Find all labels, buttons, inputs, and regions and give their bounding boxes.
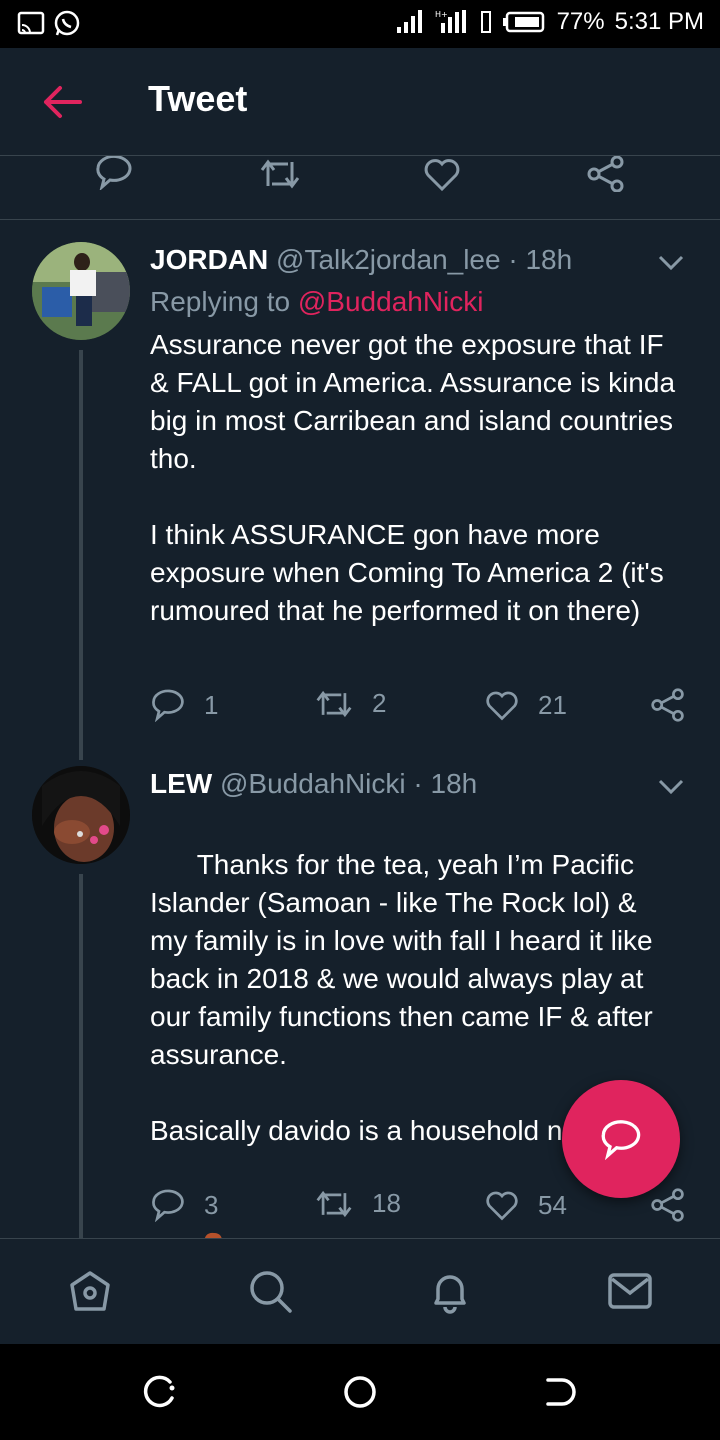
avatar[interactable] <box>32 242 130 340</box>
reply-icon <box>601 1120 641 1160</box>
reply-tweet[interactable]: JORDAN @Talk2jordan_lee · 18h Replying t… <box>0 220 720 760</box>
reply-icon <box>152 689 184 722</box>
like-icon[interactable] <box>422 156 462 192</box>
signal-4g-icon: H+ <box>435 10 466 33</box>
display-name[interactable]: JORDAN <box>150 244 268 275</box>
person-tipping-hand-emoji-icon <box>197 1154 231 1264</box>
retweet-icon <box>316 690 352 717</box>
retweet-icon <box>316 1190 352 1217</box>
thread-line <box>79 350 83 760</box>
home-icon[interactable] <box>66 1267 114 1315</box>
signal-icon <box>396 10 422 33</box>
replying-prefix: Replying to <box>150 286 298 317</box>
top-bar: Tweet <box>0 48 720 156</box>
back-arrow-icon[interactable] <box>40 82 84 122</box>
bottom-nav <box>0 1238 720 1344</box>
tweet-screen: Tweet JORDAN @Talk2jordan_lee · 18h Repl… <box>0 48 720 1344</box>
timestamp: · 18h <box>413 768 478 799</box>
compose-reply-button[interactable] <box>562 1080 680 1198</box>
svg-text:H+: H+ <box>435 10 448 19</box>
replying-to: Replying to @BuddahNicki <box>150 286 484 318</box>
whatsapp-icon <box>54 10 80 36</box>
timestamp: · 18h <box>508 244 573 275</box>
retweet-count: 18 <box>372 1188 401 1218</box>
retweet-action[interactable]: 18 <box>314 1188 401 1219</box>
reply-count: 1 <box>204 689 219 720</box>
like-icon <box>486 1191 518 1221</box>
notifications-bell-icon[interactable] <box>426 1267 474 1315</box>
like-count: 54 <box>538 1189 567 1220</box>
system-nav-bar <box>0 1344 720 1440</box>
share-action[interactable] <box>650 1188 686 1222</box>
like-action[interactable]: 21 <box>484 688 567 722</box>
battery-percent: 77% <box>556 8 605 35</box>
share-icon <box>651 688 684 722</box>
main-tweet-actions <box>0 154 720 220</box>
tweet-meta: LEW @BuddahNicki · 18h <box>150 768 477 800</box>
reply-icon[interactable] <box>94 154 134 190</box>
cast-icon <box>17 11 45 35</box>
like-action[interactable]: 54 <box>484 1188 567 1222</box>
vibrate-icon <box>480 11 491 33</box>
tweet-meta: JORDAN @Talk2jordan_lee · 18h <box>150 244 572 276</box>
share-icon[interactable] <box>586 156 626 192</box>
retweet-action[interactable]: 2 <box>314 688 386 719</box>
reply-icon <box>152 1189 184 1222</box>
reply-action[interactable]: 1 <box>150 688 218 722</box>
tweet-text: Assurance never got the exposure that IF… <box>150 329 676 626</box>
retweet-icon[interactable] <box>258 158 302 190</box>
thread-line <box>79 874 83 1238</box>
back-button-icon[interactable] <box>540 1372 580 1412</box>
share-icon <box>651 1188 684 1222</box>
chevron-down-icon[interactable] <box>658 779 684 795</box>
search-icon[interactable] <box>246 1267 294 1315</box>
retweet-count: 2 <box>372 688 387 718</box>
share-action[interactable] <box>650 688 686 722</box>
home-button-icon[interactable] <box>340 1372 380 1412</box>
tweet-actions: 1 2 21 <box>150 688 690 728</box>
like-count: 21 <box>538 689 567 720</box>
like-icon <box>486 691 518 721</box>
reply-count: 3 <box>204 1189 219 1220</box>
status-bar: H+ 77% 5:31 PM <box>0 0 720 48</box>
replying-to-link[interactable]: @BuddahNicki <box>298 286 484 317</box>
chevron-down-icon[interactable] <box>658 255 684 271</box>
handle[interactable]: @Talk2jordan_lee <box>276 244 501 275</box>
page-title: Tweet <box>148 78 248 119</box>
clock: 5:31 PM <box>614 8 704 35</box>
recent-apps-icon[interactable] <box>140 1372 180 1412</box>
display-name[interactable]: LEW <box>150 768 212 799</box>
avatar[interactable] <box>32 766 130 864</box>
messages-envelope-icon[interactable] <box>606 1267 654 1315</box>
battery-icon <box>502 11 544 33</box>
handle[interactable]: @BuddahNicki <box>220 768 406 799</box>
reply-action[interactable]: 3 <box>150 1188 218 1222</box>
